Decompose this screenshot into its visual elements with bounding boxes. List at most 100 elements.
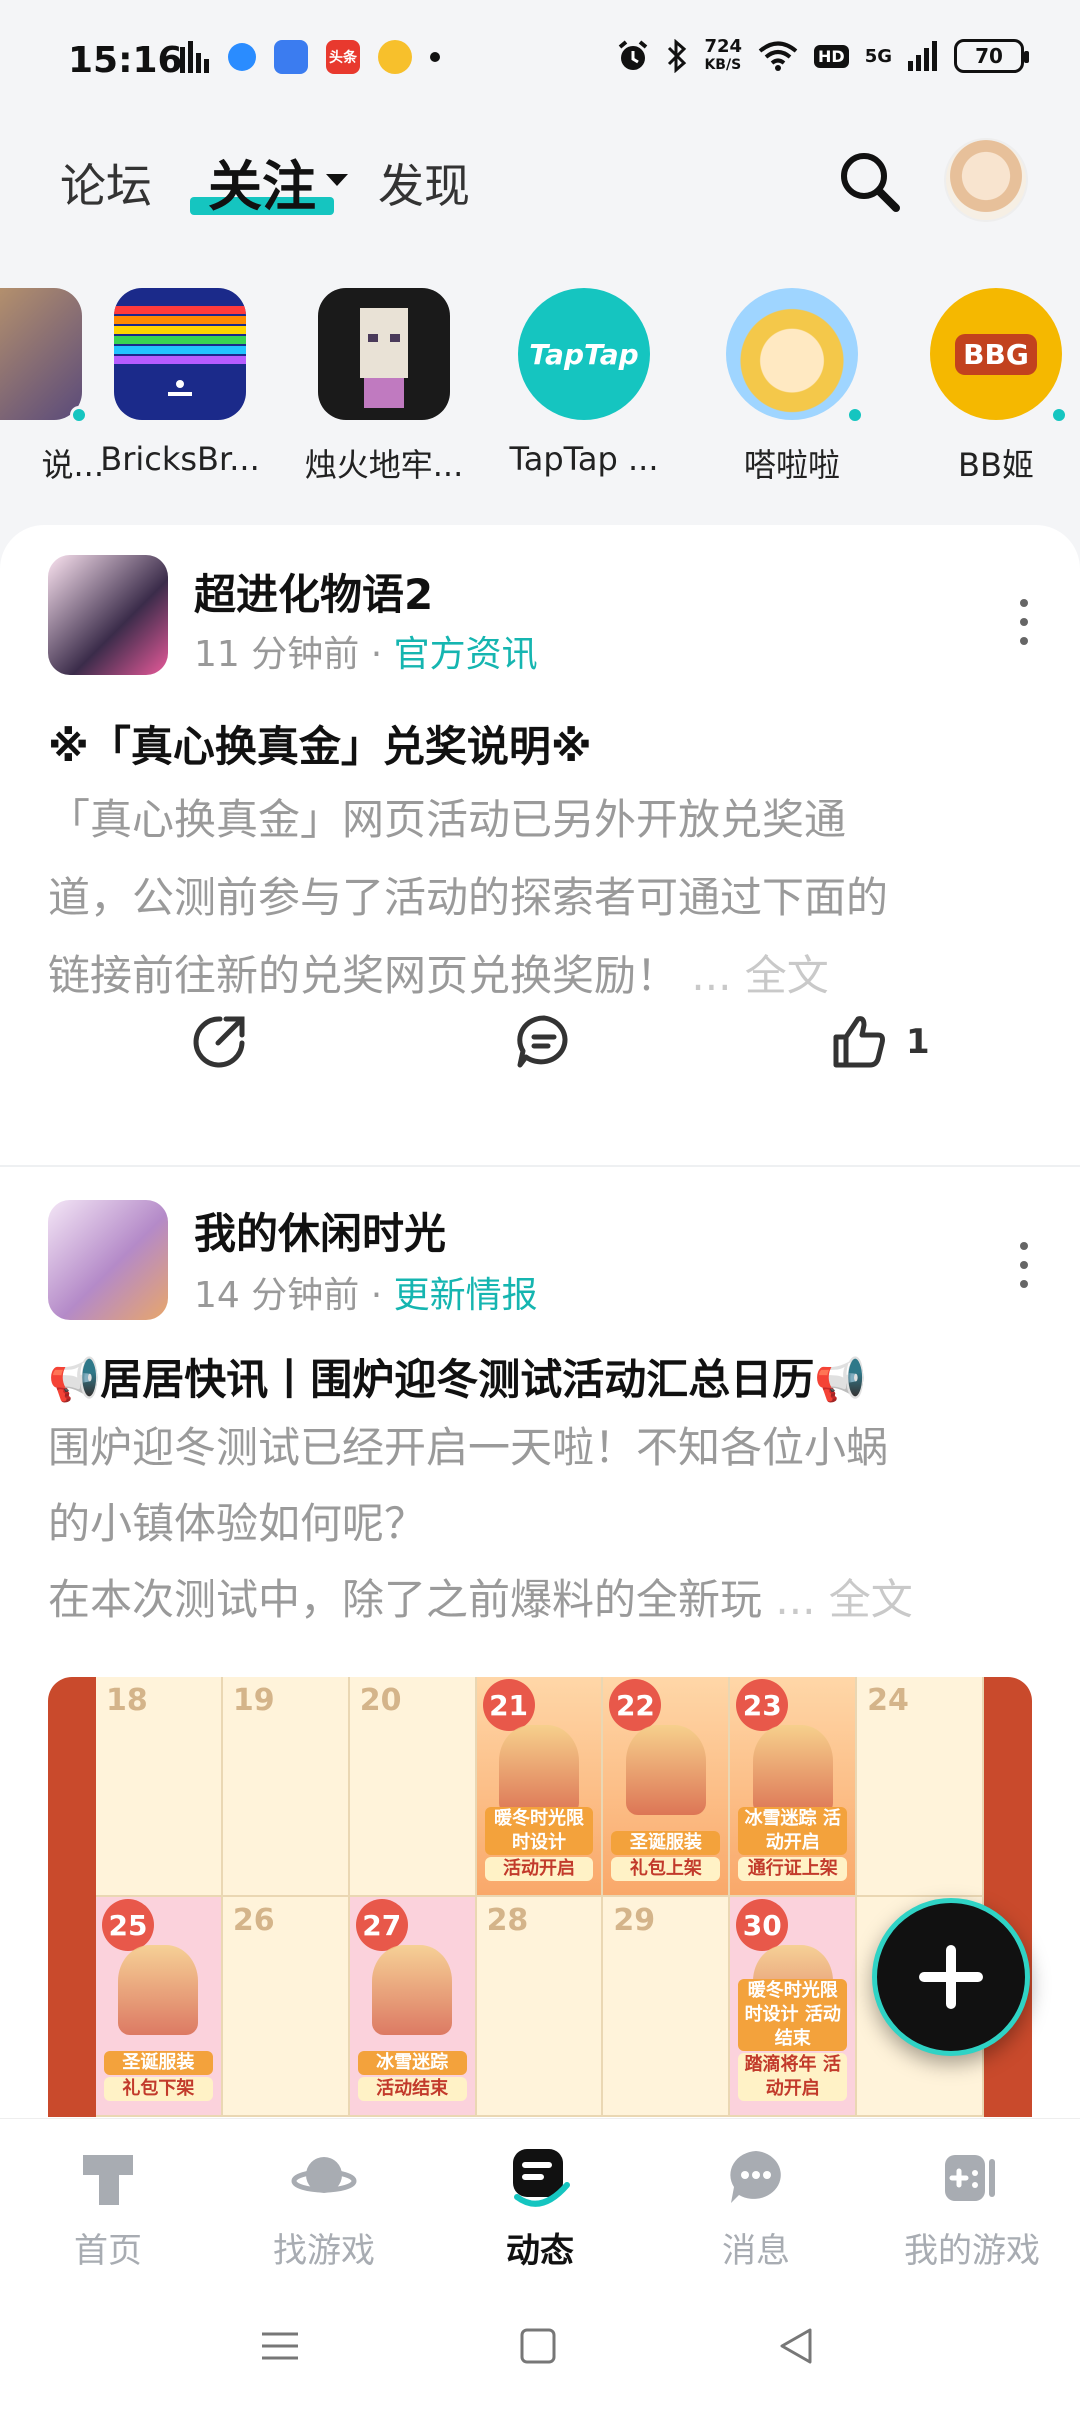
event-illustration xyxy=(752,1725,833,1815)
post-title[interactable]: 📢居居快讯丨围炉迎冬测试活动汇总日历📢 xyxy=(48,1346,1032,1407)
post-body[interactable]: 围炉迎冬测试已经开启一天啦！不知各位小蜗 的小镇体验如何呢？ 在本次测试中，除了… xyxy=(48,1410,1040,1638)
post-body-line-last: 在本次测试中，除了之前爆料的全新玩 ... 全文 xyxy=(48,1562,1040,1638)
bricks-game-icon xyxy=(114,288,246,420)
comment-button[interactable] xyxy=(514,1013,574,1071)
feather-app-icon xyxy=(228,43,256,71)
post-body-line-last: 链接前往新的兑奖网页兑换奖励！ ... 全文 xyxy=(48,937,1040,1015)
nav-home[interactable]: 首页 xyxy=(8,2145,208,2272)
like-button[interactable]: 1 xyxy=(830,1013,930,1071)
calendar-day-cell: 26 xyxy=(222,1897,350,2117)
calendar-grid: 18 19 20 21 暖冬时光限时设计 活动开启 22 圣诞服装 礼包上架 23 冰雪迷踪 活动开… xyxy=(96,1677,984,2117)
more-notifications-dot-icon xyxy=(430,52,440,62)
taptap-logo-text: TapTap xyxy=(529,337,639,371)
like-count: 1 xyxy=(906,1022,930,1062)
event-illustration xyxy=(118,1945,199,2035)
followed-item[interactable]: BBG BB姬 xyxy=(896,288,1080,486)
bbg-logo-text: BBG xyxy=(955,333,1037,375)
post-body-text: 链接前往新的兑奖网页兑换奖励！ xyxy=(48,951,679,1000)
followed-item[interactable]: TapTap TapTap ... xyxy=(484,288,684,478)
more-options-button[interactable] xyxy=(1014,1242,1034,1288)
tab-follow[interactable]: 关注 xyxy=(190,142,334,221)
followed-item-name: TapTap ... xyxy=(509,440,659,478)
calendar-day-number: 29 xyxy=(613,1903,656,1938)
weibo-app-icon xyxy=(378,40,412,74)
calendar-day-cell: 24 xyxy=(857,1677,984,1897)
post-author-avatar[interactable] xyxy=(48,1200,168,1320)
event-tag-title: 冰雪迷踪 xyxy=(357,2051,467,2075)
event-illustration xyxy=(498,1725,579,1815)
chevron-down-icon[interactable] xyxy=(326,174,348,186)
user-avatar[interactable] xyxy=(944,138,1028,222)
post-author-name[interactable]: 我的休闲时光 xyxy=(194,1200,446,1261)
event-tag: 冰雪迷踪 活动结束 xyxy=(357,2051,467,2101)
back-triangle-icon[interactable] xyxy=(772,2322,820,2370)
feed-icon xyxy=(513,2149,570,2207)
post-body[interactable]: 「真心换真金」网页活动已另外开放兑奖通 道，公测前参与了活动的探索者可通过下面的… xyxy=(48,781,1040,1015)
read-more-link[interactable]: ... 全文 xyxy=(691,951,828,1000)
nav-find-games[interactable]: 找游戏 xyxy=(224,2145,424,2272)
calendar-day-cell: 18 xyxy=(96,1677,223,1897)
alarm-icon xyxy=(619,40,648,70)
post-image-calendar[interactable]: 18 19 20 21 暖冬时光限时设计 活动开启 22 圣诞服装 礼包上架 23 冰雪迷踪 活动开… xyxy=(48,1677,1032,2117)
tab-discover[interactable]: 发现 xyxy=(378,150,470,216)
search-button[interactable] xyxy=(834,146,906,218)
event-tag: 圣诞服装 礼包上架 xyxy=(611,1831,721,1881)
post-actions-spacer xyxy=(0,670,1080,750)
event-illustration xyxy=(625,1725,706,1815)
net-speed-value: 724 xyxy=(704,36,743,57)
more-options-button[interactable] xyxy=(1014,599,1034,645)
tab-forum[interactable]: 论坛 xyxy=(60,150,152,216)
event-tag: 暖冬时光限时设计 活动结束 踏滴将年 活动开启 xyxy=(738,1979,848,2101)
event-tag-status: 礼包下架 xyxy=(104,2077,213,2101)
calendar-day-number: 26 xyxy=(232,1903,275,1938)
nav-messages-label: 消息 xyxy=(722,2231,790,2271)
battery-indicator: 70 xyxy=(954,39,1029,73)
event-tag-title: 圣诞服装 xyxy=(104,2051,213,2075)
followed-item-name: BB姬 xyxy=(958,446,1034,484)
tab-follow-label: 关注 xyxy=(208,155,316,218)
calendar-day-number: 22 xyxy=(609,1679,662,1731)
top-tab-bar: 论坛 关注 发现 xyxy=(0,130,1080,240)
post-action-bar: 1 xyxy=(0,1013,1080,1093)
nav-messages[interactable]: 消息 xyxy=(656,2145,856,2272)
gamepad-icon xyxy=(945,2155,995,2201)
game-icon xyxy=(0,288,88,424)
dungeon-game-icon xyxy=(318,288,450,420)
network-speed: 724 KB/S xyxy=(704,38,742,74)
event-tag-title: 暖冬时光限时设计 活动结束 xyxy=(738,1979,848,2051)
post-author-name[interactable]: 超进化物语2 xyxy=(194,561,433,622)
calendar-day-cell: 30 暖冬时光限时设计 活动结束 踏滴将年 活动开启 xyxy=(730,1897,858,2117)
system-navigation-bar xyxy=(0,2278,1080,2412)
notification-icons: 头条 xyxy=(180,40,440,74)
nav-my-games[interactable]: 我的游戏 xyxy=(872,2145,1072,2272)
status-time: 15:16 xyxy=(68,40,183,81)
share-button[interactable] xyxy=(190,1013,248,1071)
home-square-icon[interactable] xyxy=(514,2322,562,2370)
calendar-day-number: 27 xyxy=(355,1899,408,1951)
followed-item-name: BricksBr... xyxy=(100,440,260,478)
calendar-day-cell: 25 圣诞服装 礼包下架 xyxy=(96,1897,223,2117)
create-post-button[interactable] xyxy=(872,1898,1030,2056)
plus-icon xyxy=(919,1945,983,2009)
search-icon xyxy=(841,153,900,212)
event-illustration xyxy=(372,1945,453,2035)
bottom-navigation: 首页 找游戏 动态 消息 我的游戏 xyxy=(0,2118,1080,2278)
post-category[interactable]: 更新情报 xyxy=(394,1275,538,1316)
event-tag: 圣诞服装 礼包下架 xyxy=(104,2051,213,2101)
nav-feed[interactable]: 动态 xyxy=(440,2145,640,2272)
feed-list[interactable]: 超进化物语2 11 分钟前 · 官方资讯 ※「真心换真金」兑奖说明※ 「真心换真… xyxy=(0,525,1080,2125)
followed-item[interactable]: BricksBr... xyxy=(80,288,280,478)
calendar-day-cell: 27 冰雪迷踪 活动结束 xyxy=(349,1897,477,2117)
calendar-day-cell: 23 冰雪迷踪 活动开启 通行证上架 xyxy=(730,1677,858,1897)
post-author-avatar[interactable] xyxy=(48,555,168,675)
followed-item[interactable]: 嗒啦啦 xyxy=(692,288,892,486)
read-more-link[interactable]: ... 全文 xyxy=(775,1575,912,1624)
calendar-day-cell: 28 xyxy=(476,1897,604,2117)
followed-item[interactable]: 烛火地牢... xyxy=(284,288,484,486)
system-status-icons: 724 KB/S HD 5G 70 xyxy=(616,38,1029,74)
event-tag-title: 冰雪迷踪 活动开启 xyxy=(738,1807,848,1855)
comment-icon xyxy=(517,1015,568,1068)
toutiao-app-icon: 头条 xyxy=(326,40,360,74)
event-tag: 暖冬时光限时设计 活动开启 xyxy=(484,1807,594,1881)
menu-icon[interactable] xyxy=(256,2322,304,2370)
